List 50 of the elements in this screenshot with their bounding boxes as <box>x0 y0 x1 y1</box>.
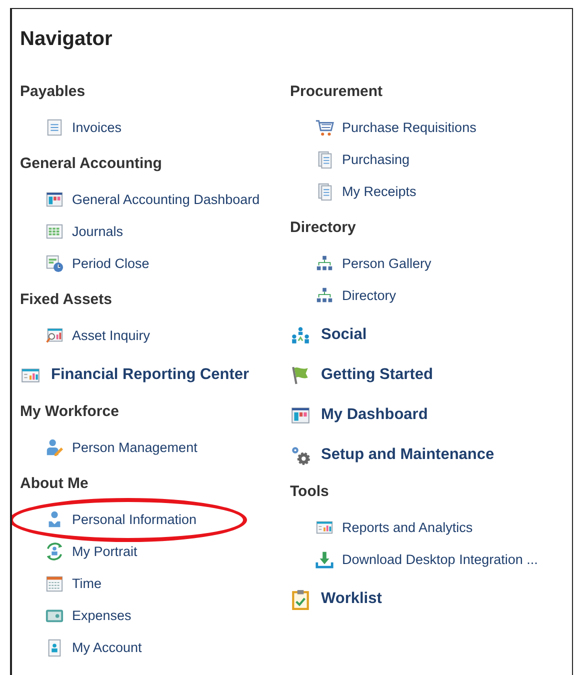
navigator-link[interactable]: Personal Information <box>72 512 197 526</box>
download-icon <box>315 550 334 568</box>
navigator-link[interactable]: Worklist <box>321 590 382 608</box>
dashboard-icon <box>45 190 64 208</box>
chart-search-icon <box>45 326 64 344</box>
navigator-link[interactable]: Journals <box>72 224 124 238</box>
navigator-title: Navigator <box>19 27 114 50</box>
cart-icon <box>315 118 334 136</box>
navigator-link[interactable]: Financial Reporting Center <box>51 366 250 384</box>
section-heading: Procurement <box>290 82 384 102</box>
navigator-link[interactable]: My Account <box>72 640 142 654</box>
person-refresh-icon <box>45 542 64 560</box>
navigator-link[interactable]: Getting Started <box>321 366 433 384</box>
navigator-link[interactable]: Time <box>72 576 102 590</box>
section-heading: Directory <box>290 218 357 238</box>
navigator-link[interactable]: Directory <box>342 288 396 302</box>
section-heading: My Workforce <box>20 402 120 422</box>
navigator-link[interactable]: Invoices <box>72 120 122 134</box>
navigator-link[interactable]: My Portrait <box>72 544 138 558</box>
navigator-link[interactable]: Purchase Requisitions <box>342 120 476 134</box>
org-chart-icon <box>315 254 334 272</box>
dashboard-icon <box>290 404 311 426</box>
navigator-link[interactable]: Asset Inquiry <box>72 328 150 342</box>
settings-icon <box>290 444 311 466</box>
flag-icon <box>290 364 311 386</box>
navigator-link[interactable]: My Receipts <box>342 184 416 198</box>
org-chart-icon <box>315 286 334 304</box>
people-icon <box>290 324 311 346</box>
section-heading: General Accounting <box>20 154 163 174</box>
navigator-link[interactable]: Social <box>321 326 367 344</box>
table-icon <box>45 222 64 240</box>
section-heading: About Me <box>20 474 90 494</box>
report-clock-icon <box>45 254 64 272</box>
navigator-link[interactable]: Person Management <box>72 440 198 454</box>
navigator-link[interactable]: Reports and Analytics <box>342 520 473 534</box>
navigator-link[interactable]: My Dashboard <box>321 406 428 424</box>
navigator-link[interactable]: Download Desktop Integration ... <box>342 552 538 566</box>
document-icon <box>45 118 64 136</box>
navigator-link[interactable]: Period Close <box>72 256 150 270</box>
clipboard-check-icon <box>290 588 311 610</box>
calendar-icon <box>45 574 64 592</box>
navigator-link[interactable]: Expenses <box>72 608 132 622</box>
navigator-link[interactable]: General Accounting Dashboard <box>72 192 260 206</box>
person-edit-icon <box>45 438 64 456</box>
navigator-link[interactable]: Purchasing <box>342 152 410 166</box>
section-heading: Tools <box>290 482 330 502</box>
section-heading: Payables <box>20 82 86 102</box>
navigator-link[interactable]: Setup and Maintenance <box>321 446 494 464</box>
navigator-link[interactable]: Person Gallery <box>342 256 432 270</box>
section-heading: Fixed Assets <box>20 290 113 310</box>
